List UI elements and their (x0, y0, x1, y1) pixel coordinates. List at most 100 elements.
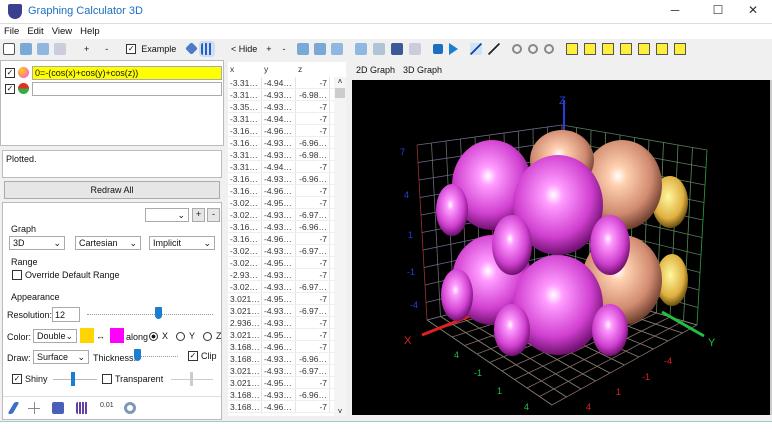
cell-y[interactable]: -4.93… (262, 353, 296, 364)
shiny-slider[interactable] (53, 379, 97, 380)
radio-y[interactable] (176, 331, 186, 341)
cell-y[interactable]: -4.93… (262, 317, 296, 328)
cell-z[interactable]: -7 (296, 257, 330, 268)
cell-x[interactable]: 3.021… (228, 377, 262, 388)
color-ball-icon[interactable] (18, 83, 29, 94)
table-row[interactable]: -3.16… -4.96… -7 (228, 185, 346, 197)
cell-y[interactable]: -4.94… (262, 113, 296, 124)
table-row[interactable]: 3.021… -4.95… -7 (228, 329, 346, 341)
cell-x[interactable]: 3.021… (228, 305, 262, 316)
cell-z[interactable]: -6.97… (296, 365, 330, 376)
dimension-select[interactable]: 3D ⌄ (9, 236, 65, 250)
table-row[interactable]: 3.021… -4.93… -6.97… (228, 305, 346, 317)
table-row[interactable]: 2.936… -4.93… -7 (228, 317, 346, 329)
hide-table-button[interactable]: < Hide (231, 44, 257, 54)
cell-y[interactable]: -4.93… (262, 209, 296, 220)
cell-z[interactable]: -6.96… (296, 353, 330, 364)
save-image-icon[interactable] (355, 42, 367, 55)
cell-x[interactable]: -3.31… (228, 89, 262, 100)
radio-x[interactable] (149, 331, 158, 341)
cell-x[interactable]: 3.021… (228, 329, 262, 340)
cell-y[interactable]: -4.96… (262, 341, 296, 352)
override-range-checkbox[interactable] (12, 270, 22, 280)
cell-x[interactable]: -3.02… (228, 245, 262, 256)
view-cube-icon-5[interactable] (638, 42, 650, 55)
cell-x[interactable]: -3.02… (228, 209, 262, 220)
tab-2d-graph[interactable]: 2D Graph (356, 65, 395, 75)
cell-x[interactable]: 3.021… (228, 293, 262, 304)
cell-z[interactable]: -7 (296, 125, 330, 136)
cell-y[interactable]: -4.93… (262, 173, 296, 184)
shiny-slider-thumb[interactable] (71, 372, 75, 386)
save-icon[interactable] (37, 42, 49, 55)
table-row[interactable]: -3.31… -4.94… -7 (228, 77, 346, 89)
cell-y[interactable]: -4.93… (262, 89, 296, 100)
cell-z[interactable]: -7 (296, 293, 330, 304)
cell-y[interactable]: -4.96… (262, 125, 296, 136)
cell-z[interactable]: -6.96… (296, 389, 330, 400)
cell-z[interactable]: -6.97… (296, 305, 330, 316)
play-icon[interactable] (449, 42, 458, 55)
tab-3d-graph[interactable]: 3D Graph (403, 65, 442, 75)
cell-y[interactable]: -4.93… (262, 281, 296, 292)
resolution-input[interactable]: 12 (52, 307, 80, 322)
remove-equation-button[interactable]: - (105, 44, 108, 54)
cell-z[interactable]: -7 (296, 77, 330, 88)
minimize-button[interactable]: ─ (660, 3, 690, 17)
cell-x[interactable]: -3.31… (228, 149, 262, 160)
thickness-slider[interactable] (136, 356, 178, 357)
color1-swatch[interactable] (80, 328, 94, 343)
cell-x[interactable]: -3.31… (228, 161, 262, 172)
color-ball-icon[interactable] (18, 67, 29, 78)
swap-colors-button[interactable]: ↔ (96, 331, 105, 341)
cell-x[interactable]: -3.02… (228, 281, 262, 292)
cell-x[interactable]: -3.16… (228, 221, 262, 232)
graph-canvas[interactable]: Z X Y 7 4 1 -1 -4 4 -1 1 4 -4 -1 1 4 (352, 80, 770, 415)
facebook-icon[interactable] (391, 42, 403, 55)
line-icon[interactable] (488, 42, 500, 55)
zoom-in-icon[interactable] (528, 43, 538, 54)
cell-y[interactable]: -4.95… (262, 197, 296, 208)
cell-z[interactable]: -7 (296, 113, 330, 124)
scroll-thumb[interactable] (335, 88, 345, 98)
cell-y[interactable]: -4.93… (262, 149, 296, 160)
cell-y[interactable]: -4.93… (262, 389, 296, 400)
cell-x[interactable]: -3.02… (228, 197, 262, 208)
cell-z[interactable]: -6.98… (296, 149, 330, 160)
table-row[interactable]: -3.31… -4.93… -6.98… (228, 149, 346, 161)
cell-z[interactable]: -7 (296, 401, 330, 412)
transparency-slider-thumb[interactable] (190, 372, 193, 386)
cell-z[interactable]: -6.97… (296, 281, 330, 292)
cell-x[interactable]: 3.168… (228, 353, 262, 364)
table-row[interactable]: -3.31… -4.94… -7 (228, 161, 346, 173)
table-row[interactable]: -3.02… -4.93… -6.97… (228, 245, 346, 257)
stop-icon[interactable] (433, 43, 443, 54)
cell-x[interactable]: -3.16… (228, 185, 262, 196)
table-icon[interactable] (199, 40, 216, 57)
cell-z[interactable]: -6.97… (296, 245, 330, 256)
table-row[interactable]: -3.16… -4.96… -7 (228, 233, 346, 245)
remove-preset-button[interactable]: - (207, 208, 220, 222)
equation-type-select[interactable]: Implicit ⌄ (149, 236, 215, 250)
table-row[interactable]: 3.168… -4.96… -7 (228, 401, 346, 413)
cell-y[interactable]: -4.93… (262, 137, 296, 148)
resolution-slider[interactable] (87, 314, 213, 315)
add-row-button[interactable]: + (266, 44, 271, 54)
shiny-checkbox[interactable]: ✓ (12, 374, 22, 384)
table-row[interactable]: -3.02… -4.93… -6.97… (228, 281, 346, 293)
view-cube-icon-3[interactable] (602, 42, 614, 55)
table-row[interactable]: 3.021… -4.93… -6.97… (228, 365, 346, 377)
cell-y[interactable]: -4.94… (262, 161, 296, 172)
scroll-down-icon[interactable]: ˅ (334, 407, 346, 416)
cell-z[interactable]: -7 (296, 317, 330, 328)
table-row[interactable]: -3.31… -4.94… -7 (228, 113, 346, 125)
cell-x[interactable]: -3.16… (228, 173, 262, 184)
column-header-x[interactable]: x (228, 62, 262, 77)
table-row[interactable]: 3.168… -4.93… -6.96… (228, 353, 346, 365)
cell-z[interactable]: -6.96… (296, 137, 330, 148)
cell-x[interactable]: -3.16… (228, 233, 262, 244)
transparent-checkbox[interactable] (102, 374, 112, 384)
cell-y[interactable]: -4.93… (262, 269, 296, 280)
pin-icon[interactable] (185, 42, 199, 55)
table-row[interactable]: 3.021… -4.95… -7 (228, 377, 346, 389)
